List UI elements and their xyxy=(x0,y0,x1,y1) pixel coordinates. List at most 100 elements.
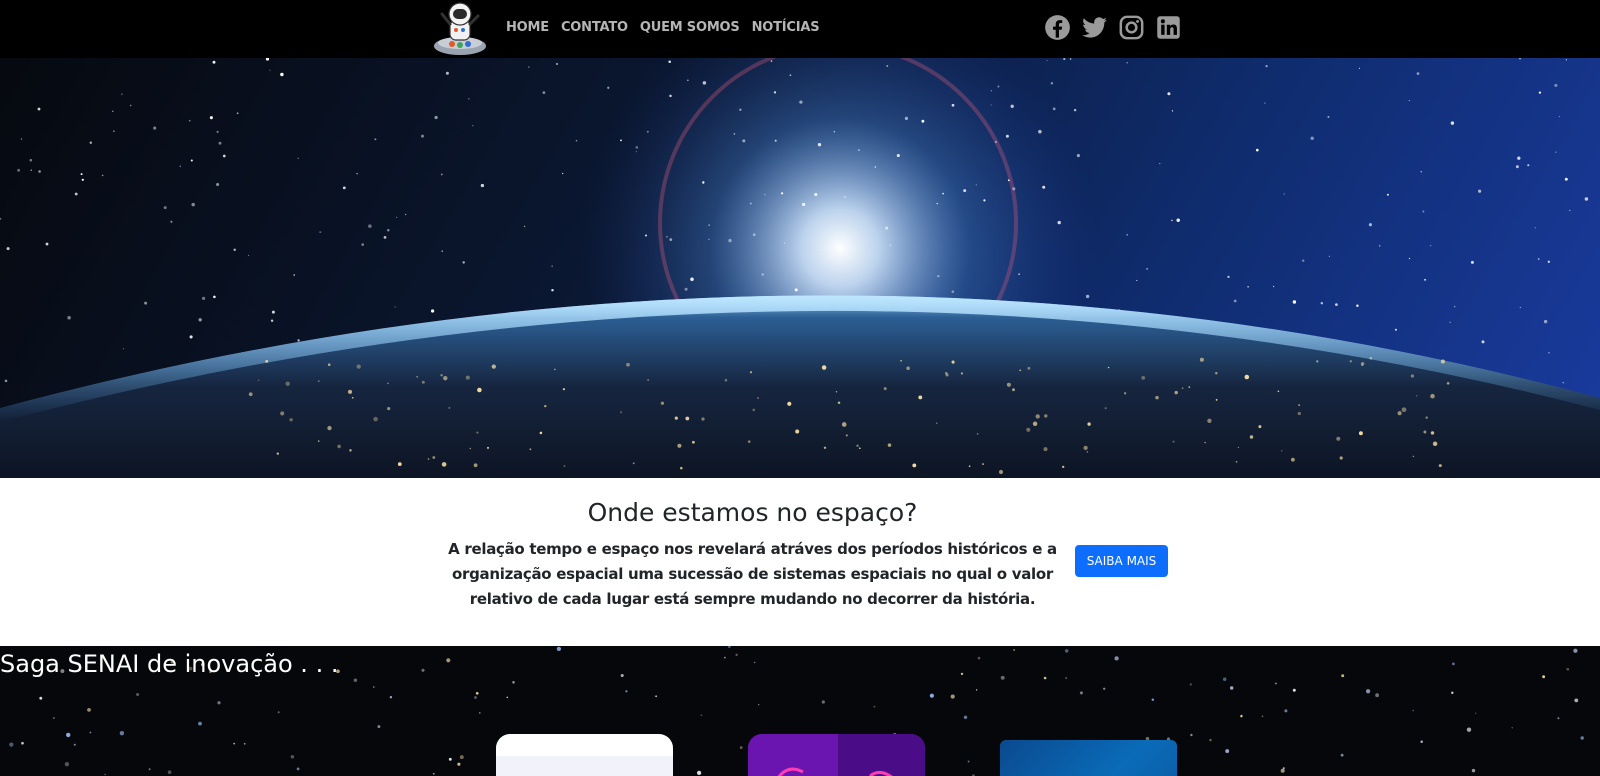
star xyxy=(38,170,41,173)
star xyxy=(233,742,236,745)
city-light xyxy=(1244,374,1250,380)
instagram-icon[interactable] xyxy=(1118,14,1145,41)
city-light xyxy=(1027,366,1031,370)
city-light xyxy=(757,397,759,399)
city-light xyxy=(858,447,861,450)
star xyxy=(1085,294,1090,299)
star xyxy=(990,90,993,92)
star xyxy=(1517,156,1521,160)
city-light xyxy=(724,378,728,382)
twitter-icon[interactable] xyxy=(1081,14,1108,41)
card-1-image[interactable] xyxy=(496,734,673,776)
star xyxy=(290,755,295,759)
star xyxy=(977,656,981,660)
star xyxy=(551,265,553,267)
city-light xyxy=(427,458,430,460)
city-light xyxy=(1316,360,1319,363)
nav-contato-link[interactable]: CONTATO xyxy=(561,20,628,35)
city-light xyxy=(1430,393,1435,399)
nav-home-link[interactable]: HOME xyxy=(506,20,549,35)
star xyxy=(735,653,738,657)
star xyxy=(190,159,193,162)
city-light xyxy=(1432,441,1438,447)
city-light xyxy=(387,407,391,411)
star xyxy=(37,107,41,111)
card-2-image[interactable] xyxy=(748,734,925,776)
city-light xyxy=(1141,376,1146,380)
star xyxy=(960,672,964,676)
star xyxy=(130,104,132,107)
city-light xyxy=(1291,457,1295,462)
star xyxy=(1429,244,1432,247)
city-light xyxy=(327,425,332,431)
city-light xyxy=(1277,390,1280,393)
star xyxy=(773,91,777,94)
star xyxy=(1558,115,1561,118)
astronaut-logo[interactable] xyxy=(430,0,490,58)
linkedin-icon[interactable] xyxy=(1155,14,1182,41)
star xyxy=(198,721,202,726)
star xyxy=(1519,306,1521,309)
card-3-image[interactable] xyxy=(1000,740,1177,776)
star xyxy=(81,178,84,181)
city-light xyxy=(1032,421,1038,427)
city-light xyxy=(936,422,938,424)
city-light xyxy=(823,446,827,450)
city-light xyxy=(285,381,290,386)
city-light xyxy=(1446,381,1450,385)
star xyxy=(1408,257,1411,260)
star xyxy=(936,202,938,205)
star xyxy=(728,238,732,243)
star xyxy=(950,694,955,699)
star xyxy=(942,192,944,195)
star xyxy=(1229,686,1234,690)
star xyxy=(121,93,123,95)
star xyxy=(799,100,803,104)
star xyxy=(6,247,10,251)
star xyxy=(1050,82,1054,85)
city-light xyxy=(701,417,705,421)
star xyxy=(1534,227,1536,229)
star xyxy=(218,141,222,145)
star xyxy=(758,704,760,706)
star xyxy=(89,141,92,144)
saiba-mais-button[interactable]: SAIBA MAIS xyxy=(1075,545,1168,577)
star xyxy=(727,646,731,649)
star xyxy=(739,746,743,749)
star xyxy=(1103,687,1106,690)
star xyxy=(1284,709,1288,713)
star xyxy=(1151,698,1155,701)
city-light xyxy=(906,366,910,370)
city-light xyxy=(841,422,847,427)
nav-noticias-link[interactable]: NOTÍCIAS xyxy=(752,20,820,35)
city-light xyxy=(1155,395,1159,400)
city-light xyxy=(1297,411,1301,416)
city-light xyxy=(1188,386,1191,388)
star xyxy=(524,225,526,227)
star xyxy=(440,173,443,176)
star xyxy=(889,244,891,246)
star xyxy=(1538,91,1542,94)
city-light xyxy=(1258,425,1262,429)
facebook-icon[interactable] xyxy=(1044,14,1071,41)
star xyxy=(635,146,639,149)
star xyxy=(1209,738,1212,742)
star xyxy=(73,743,76,746)
city-light xyxy=(982,463,984,466)
city-light xyxy=(968,465,971,468)
star xyxy=(188,119,191,122)
star xyxy=(1566,667,1570,671)
city-light xyxy=(1019,369,1022,372)
city-light xyxy=(1044,414,1048,418)
city-light xyxy=(837,401,841,404)
star xyxy=(542,91,546,94)
city-light xyxy=(883,387,887,391)
nav-quem-somos-link[interactable]: QUEM SOMOS xyxy=(640,20,740,35)
city-light xyxy=(1087,422,1091,426)
star xyxy=(885,226,889,230)
star xyxy=(342,186,346,190)
star xyxy=(814,192,818,197)
city-light xyxy=(327,363,331,366)
star xyxy=(1470,260,1474,264)
star xyxy=(562,172,564,175)
